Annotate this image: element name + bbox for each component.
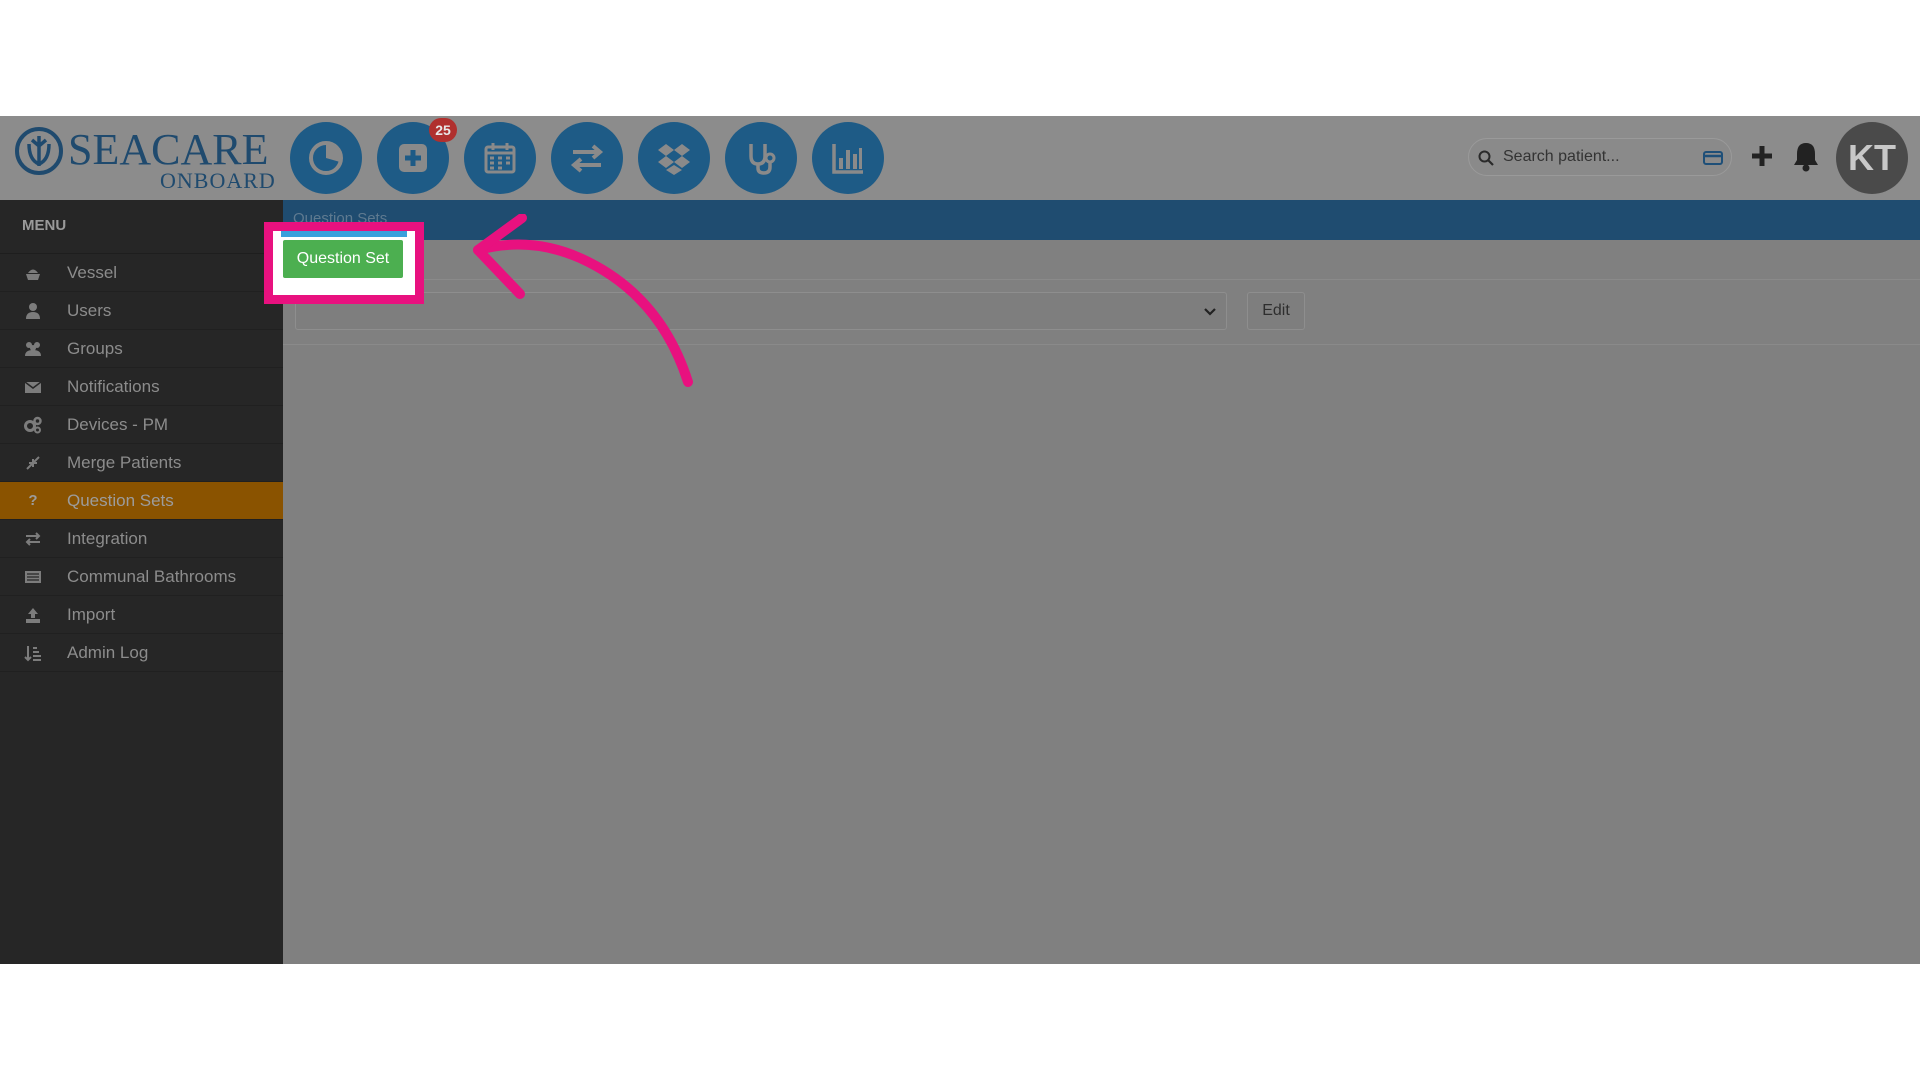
transfer-arrows-icon [570,144,604,173]
list-icon [22,567,44,587]
sidebar-item-label: Groups [67,338,123,358]
sidebar-item-vessel[interactable]: Vessel [0,254,283,292]
sidebar-item-communal-bathrooms[interactable]: Communal Bathrooms [0,558,283,596]
medical-plus-icon [399,144,427,172]
top-header: SEACARE ONBOARD 25 Search patient... KT [0,116,1920,200]
sidebar-item-label: Vessel [67,262,118,282]
menu-title: MENU [0,200,283,254]
dashboard-pie-icon [309,141,343,175]
transfer-nav-button[interactable] [551,122,623,194]
merge-icon [22,453,44,473]
exchange-icon [22,529,44,549]
sidebar-item-label: Communal Bathrooms [67,566,237,586]
app-frame: SEACARE ONBOARD 25 Search patient... KT … [0,116,1920,964]
search-icon [1478,150,1494,166]
dropbox-nav-button[interactable] [638,122,710,194]
id-card-icon[interactable] [1703,150,1723,166]
bar-chart-icon [832,144,863,174]
add-icon[interactable] [1748,142,1776,170]
sidebar-item-devices-pm[interactable]: Devices - PM [0,406,283,444]
sidebar-item-merge-patients[interactable]: Merge Patients [0,444,283,482]
reports-nav-button[interactable] [812,122,884,194]
sidebar-item-label: Admin Log [67,642,149,662]
question-icon: ? [28,492,38,509]
user-avatar[interactable]: KT [1836,122,1908,194]
sort-icon [22,643,44,663]
logo-sub-text: ONBOARD [160,168,276,193]
bell-icon[interactable] [1792,140,1820,172]
clinical-nav-button[interactable] [725,122,797,194]
calendar-nav-button[interactable] [464,122,536,194]
user-icon [22,301,44,321]
annotation-arrow-icon [473,214,693,387]
anchor-emblem-icon [15,127,63,175]
patient-search-box [1468,138,1732,176]
calendar-icon [484,143,516,174]
sidebar-item-label: Notifications [67,376,160,396]
sidebar-item-admin-log[interactable]: Admin Log [0,634,283,672]
gears-icon [22,415,44,435]
upload-icon [22,605,44,625]
logo-main-text: SEACARE [68,125,269,174]
sidebar-item-label: Question Sets [67,490,174,510]
sidebar-item-import[interactable]: Import [0,596,283,634]
sidebar-item-label: Users [67,300,112,320]
sidebar-item-label: Integration [67,528,148,548]
sidebar-item-label: Import [67,604,116,624]
group-icon [22,339,44,359]
chevron-down-icon [1204,308,1216,316]
stethoscope-icon [749,144,776,175]
envelope-icon [22,377,44,397]
notification-count-badge: 25 [429,118,457,142]
sidebar-item-users[interactable]: Users [0,292,283,330]
dropbox-icon [658,144,690,175]
sidebar-item-groups[interactable]: Groups [0,330,283,368]
edit-button[interactable]: Edit [1247,292,1305,330]
seacare-logo[interactable]: SEACARE ONBOARD [14,124,276,194]
sidebar-item-integration[interactable]: Integration [0,520,283,558]
sidebar-item-notifications[interactable]: Notifications [0,368,283,406]
patient-search-input[interactable] [1503,143,1693,171]
sidebar-menu: MENU Vessel Users Groups Notifications D… [0,200,283,964]
new-case-nav-button[interactable]: 25 [377,118,457,194]
vessel-icon [22,263,44,283]
sidebar-item-label: Merge Patients [67,452,182,472]
sidebar-item-label: Devices - PM [67,414,169,434]
highlight-inner-strip [281,231,407,237]
add-question-set-button[interactable]: Question Set [283,240,403,278]
question-set-select[interactable] [295,292,1227,330]
sidebar-item-question-sets[interactable]: ? Question Sets [0,482,283,520]
dashboard-nav-button[interactable] [290,122,362,194]
